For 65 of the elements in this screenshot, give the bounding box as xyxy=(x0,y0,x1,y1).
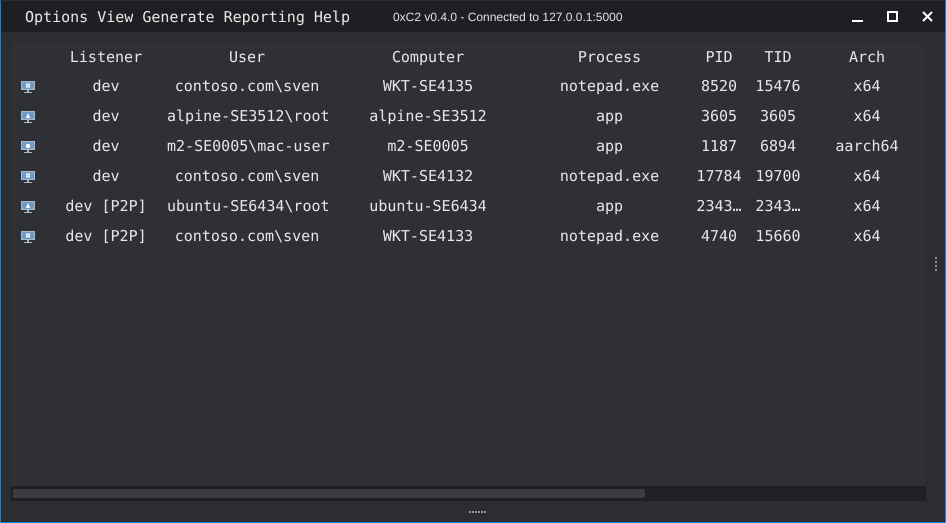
monitor-apple-icon xyxy=(20,140,36,152)
scrollbar-thumb[interactable] xyxy=(13,489,645,498)
table-cell: dev xyxy=(92,137,120,155)
table-cell: 1187 xyxy=(700,137,738,155)
table-cell: contoso.com\sven xyxy=(174,77,320,95)
column-header[interactable]: User xyxy=(228,48,266,66)
horizontal-scrollbar[interactable] xyxy=(11,486,926,501)
monitor-linux-icon xyxy=(20,110,36,122)
table-cell: x64 xyxy=(853,197,881,215)
table-cell: 3605 xyxy=(760,107,796,125)
table-cell: 19700 xyxy=(755,167,801,185)
table-cell: 3605 xyxy=(700,107,738,125)
table-cell: 15476 xyxy=(755,77,801,95)
table-cell: notepad.exe xyxy=(560,77,660,95)
maximize-icon[interactable] xyxy=(887,11,898,22)
table-cell: dev [P2P] xyxy=(65,227,147,245)
table-cell: dev xyxy=(92,167,120,185)
table-cell: notepad.exe xyxy=(560,167,660,185)
table-cell: contoso.com\sven xyxy=(174,227,320,245)
window-title: 0xC2 v0.4.0 - Connected to 127.0.0.1:5000 xyxy=(393,10,624,24)
table-cell: 6894 xyxy=(760,137,796,155)
table-cell: m2-SE0005\mac-user xyxy=(167,137,330,155)
table-cell: 17784 xyxy=(696,167,742,185)
column-header[interactable]: TID xyxy=(764,48,792,66)
monitor-linux-icon xyxy=(20,200,36,212)
menu-item[interactable]: Help xyxy=(314,8,350,26)
menu-item[interactable]: Options xyxy=(25,8,88,26)
table-cell: app xyxy=(596,107,624,125)
table-cell: 2343… xyxy=(755,197,801,215)
table-cell: 8520 xyxy=(700,77,738,95)
table-cell: ubuntu-SE6434\root xyxy=(167,197,330,215)
table-cell: x64 xyxy=(853,77,881,95)
table-cell: dev [P2P] xyxy=(65,197,147,215)
table-cell: 2343… xyxy=(696,197,742,215)
table-cell: WKT-SE4135 xyxy=(382,77,474,95)
column-header[interactable]: Arch xyxy=(848,48,886,66)
monitor-windows-icon xyxy=(20,80,36,92)
table-cell: x64 xyxy=(853,107,881,125)
column-header[interactable]: Listener xyxy=(70,48,142,66)
table-cell: notepad.exe xyxy=(560,227,660,245)
table-cell: x64 xyxy=(853,227,881,245)
menu-item[interactable]: View xyxy=(97,8,134,26)
table-cell: dev xyxy=(92,107,120,125)
table-cell: WKT-SE4133 xyxy=(382,227,474,245)
menu-item[interactable]: Generate xyxy=(142,8,215,26)
table-cell: dev xyxy=(92,77,120,95)
table-cell: alpine-SE3512 xyxy=(369,107,487,125)
column-header[interactable]: Computer xyxy=(392,48,464,66)
close-icon[interactable] xyxy=(922,11,933,22)
column-header[interactable]: Process xyxy=(578,48,642,66)
table-cell: 4740 xyxy=(700,227,738,245)
table-cell: m2-SE0005 xyxy=(387,137,469,155)
table-cell: app xyxy=(596,137,624,155)
table-cell: aarch64 xyxy=(835,137,899,155)
monitor-windows-icon xyxy=(20,170,36,182)
monitor-windows-icon xyxy=(20,230,36,242)
table-cell: 15660 xyxy=(755,227,801,245)
table-cell: ubuntu-SE6434 xyxy=(369,197,487,215)
table-cell: contoso.com\sven xyxy=(174,167,320,185)
table-cell: WKT-SE4132 xyxy=(382,167,474,185)
table-cell: app xyxy=(596,197,624,215)
menu-item[interactable]: Reporting xyxy=(224,8,305,26)
table-cell: alpine-SE3512\root xyxy=(167,107,330,125)
column-header[interactable]: PID xyxy=(705,48,733,66)
table-cell: x64 xyxy=(853,167,881,185)
